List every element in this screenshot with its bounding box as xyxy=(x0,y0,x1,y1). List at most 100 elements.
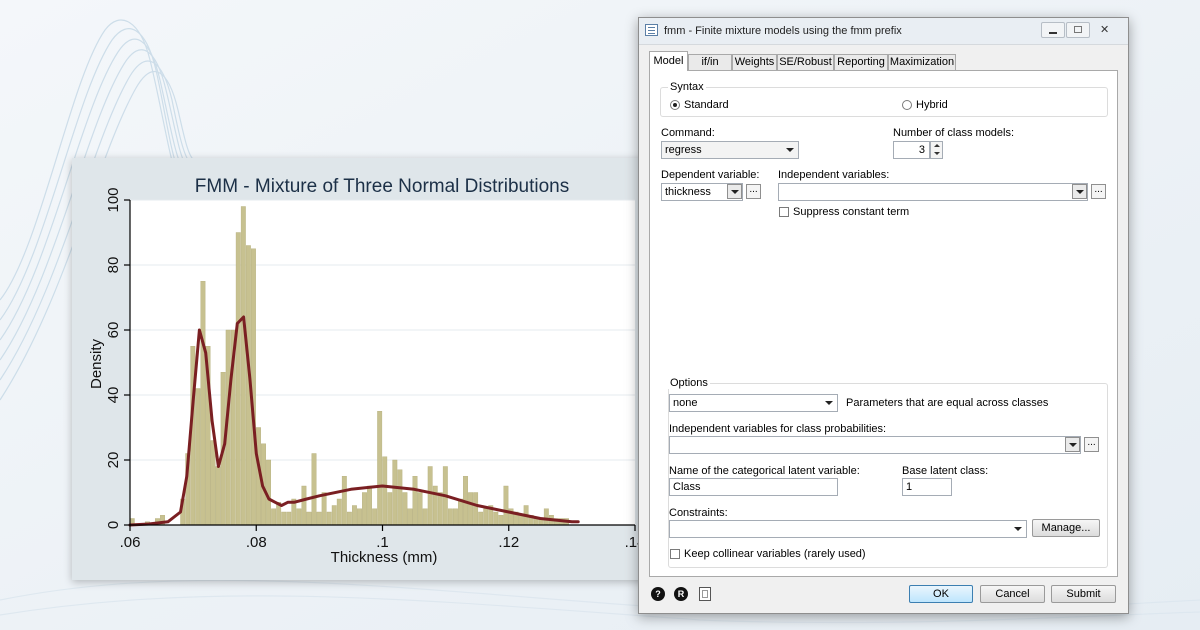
histogram-bar xyxy=(387,492,393,526)
num-class-models-spinner[interactable] xyxy=(930,141,943,159)
base-class-input[interactable]: 1 xyxy=(902,478,952,496)
latent-name-label: Name of the categorical latent variable: xyxy=(669,465,860,477)
hybrid-radio[interactable] xyxy=(902,100,912,110)
x-tick-label: .08 xyxy=(246,534,267,551)
ok-button[interactable]: OK xyxy=(909,585,973,603)
histogram-bar xyxy=(483,508,489,526)
standard-radio-label[interactable]: Standard xyxy=(684,99,729,111)
num-class-models-label: Number of class models: xyxy=(893,127,1015,139)
histogram-bar xyxy=(331,505,337,526)
base-class-value: 1 xyxy=(906,481,913,493)
histogram-chart: .06.08.1.12.14 020406080100 FMM - Mixtur… xyxy=(72,158,652,580)
y-axis-label: Density xyxy=(88,338,105,389)
reset-icon[interactable]: R xyxy=(674,587,688,601)
histogram-bar xyxy=(392,459,398,526)
histogram-bar xyxy=(468,492,474,526)
tab-weights[interactable]: Weights xyxy=(732,54,777,70)
histogram-bar xyxy=(473,492,479,526)
suppress-constant-label[interactable]: Suppress constant term xyxy=(793,206,909,218)
chart-title: FMM - Mixture of Three Normal Distributi… xyxy=(195,176,569,197)
maximize-button[interactable] xyxy=(1066,22,1090,38)
histogram-bar xyxy=(377,411,383,526)
y-tick-label: 40 xyxy=(105,387,122,404)
histogram-bar xyxy=(215,466,221,526)
command-value: regress xyxy=(665,144,702,156)
x-tick-label: .06 xyxy=(120,534,141,551)
y-tick-label: 0 xyxy=(105,521,122,529)
histogram-bar xyxy=(518,515,524,526)
latent-name-input[interactable]: Class xyxy=(669,478,838,496)
histogram-bar xyxy=(316,511,322,526)
fmm-dialog: fmm - Finite mixture models using the fm… xyxy=(638,17,1129,614)
latent-name-value: Class xyxy=(673,481,701,493)
histogram-bar xyxy=(271,508,277,526)
equal-params-select[interactable]: none xyxy=(669,394,838,412)
num-class-models-input[interactable]: 3 xyxy=(893,141,930,159)
histogram-bar xyxy=(407,508,413,526)
class-prob-browse-button[interactable]: ... xyxy=(1084,437,1099,452)
histogram-bar xyxy=(503,485,509,526)
copy-command-icon[interactable] xyxy=(699,587,711,601)
histogram-bar xyxy=(458,498,463,526)
histogram-bar xyxy=(240,206,246,526)
histogram-bar xyxy=(478,511,484,526)
y-tick-label: 100 xyxy=(105,187,122,212)
histogram-bar xyxy=(367,485,373,526)
chevron-down-icon xyxy=(1010,521,1026,537)
submit-button[interactable]: Submit xyxy=(1051,585,1116,603)
standard-radio[interactable] xyxy=(670,100,680,110)
keep-collinear-checkbox[interactable] xyxy=(670,549,680,559)
dependent-variable-browse-button[interactable]: ... xyxy=(746,184,761,199)
dependent-variable-dropdown-button[interactable] xyxy=(727,184,742,199)
histogram-bar xyxy=(301,485,307,526)
class-prob-input[interactable] xyxy=(669,436,1081,454)
histogram-bar xyxy=(437,492,443,526)
histogram-bar xyxy=(352,505,357,526)
y-tick-label: 20 xyxy=(105,452,122,469)
base-class-label: Base latent class: xyxy=(902,465,989,477)
chart-card: .06.08.1.12.14 0 20 40 60 80 100 FMM - Mixtur… xyxy=(72,158,652,580)
dependent-variable-value: thickness xyxy=(665,186,711,198)
constraints-select[interactable] xyxy=(669,520,1027,538)
histogram-bar xyxy=(498,515,504,526)
histogram-bar xyxy=(362,492,367,526)
model-tab-panel: Syntax Standard Hybrid Command: regress … xyxy=(649,70,1118,577)
tab-reporting[interactable]: Reporting xyxy=(834,54,888,70)
tab-if-in[interactable]: if/in xyxy=(688,54,732,70)
histogram-bar xyxy=(195,388,201,526)
suppress-constant-checkbox[interactable] xyxy=(779,207,789,217)
histogram-bar xyxy=(200,281,206,526)
manage-button[interactable]: Manage... xyxy=(1032,519,1100,537)
histogram-bar xyxy=(412,476,418,526)
dependent-variable-label: Dependent variable: xyxy=(661,169,760,181)
num-class-models-value: 3 xyxy=(918,144,925,156)
keep-collinear-label[interactable]: Keep collinear variables (rarely used) xyxy=(684,548,866,560)
histogram-bar xyxy=(427,466,433,526)
command-select[interactable]: regress xyxy=(661,141,799,159)
minimize-button[interactable] xyxy=(1041,22,1065,38)
title-bar[interactable]: fmm - Finite mixture models using the fm… xyxy=(639,18,1128,45)
chevron-down-icon xyxy=(821,395,837,411)
y-tick-label: 80 xyxy=(105,257,122,274)
tab-se-robust[interactable]: SE/Robust xyxy=(777,54,834,70)
hybrid-radio-label[interactable]: Hybrid xyxy=(916,99,948,111)
cancel-button[interactable]: Cancel xyxy=(980,585,1045,603)
histogram-bar xyxy=(210,440,216,526)
histogram-bar xyxy=(453,508,458,526)
close-button[interactable] xyxy=(1091,22,1121,38)
independent-variables-label: Independent variables: xyxy=(778,169,890,181)
histogram-bar xyxy=(346,511,352,526)
histogram-bar xyxy=(296,508,302,526)
chevron-down-icon xyxy=(782,142,798,158)
y-tick-label: 60 xyxy=(105,322,122,339)
tab-model[interactable]: Model xyxy=(649,51,688,71)
histogram-bar xyxy=(235,232,241,526)
tab-maximization[interactable]: Maximization xyxy=(888,54,956,70)
independent-variables-input[interactable] xyxy=(778,183,1088,201)
histogram-bar xyxy=(286,511,292,526)
constraints-label: Constraints: xyxy=(669,507,728,519)
class-prob-dropdown-button[interactable] xyxy=(1065,437,1080,452)
independent-variables-dropdown-button[interactable] xyxy=(1072,184,1087,199)
independent-variables-browse-button[interactable]: ... xyxy=(1091,184,1106,199)
help-icon[interactable]: ? xyxy=(651,587,665,601)
